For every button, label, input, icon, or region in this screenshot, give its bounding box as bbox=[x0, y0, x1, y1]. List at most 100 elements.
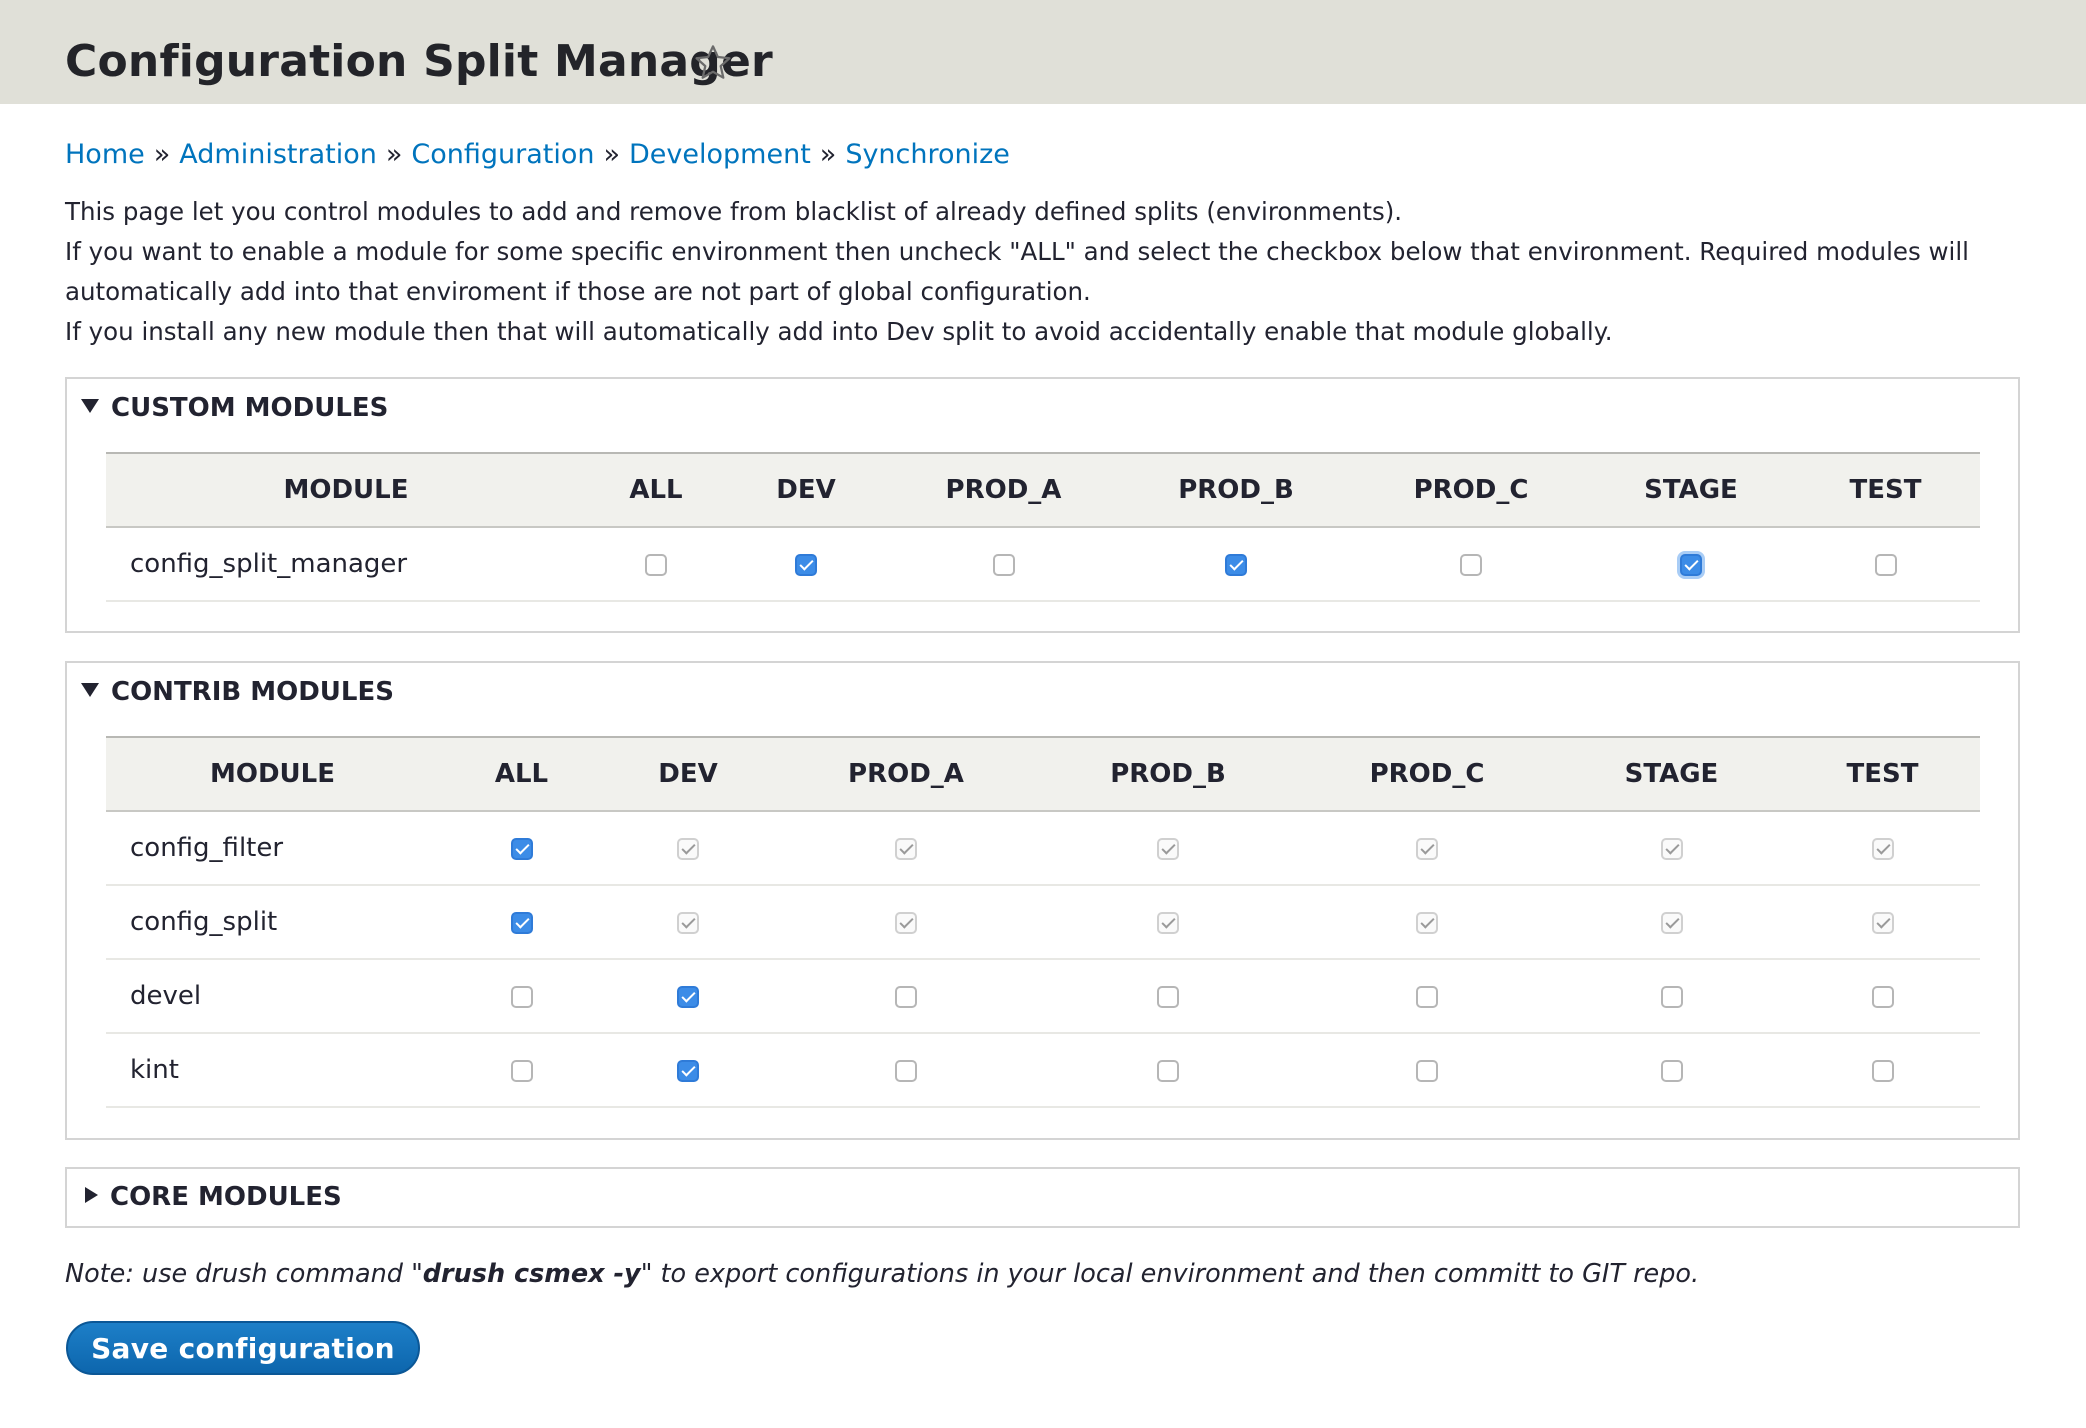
checkbox-test bbox=[1871, 837, 1894, 860]
checkbox-cell bbox=[1785, 959, 1980, 1034]
page-header: Configuration Split Manager bbox=[0, 0, 2086, 104]
breadcrumb: Home » Administration » Configuration » Develo… bbox=[65, 139, 1010, 170]
checkbox-cell bbox=[1785, 811, 1980, 886]
table-row: config_split_manager bbox=[106, 527, 1980, 602]
checkbox-stage bbox=[1660, 911, 1683, 934]
checkbox-cell bbox=[1558, 959, 1785, 1034]
checkbox-test[interactable] bbox=[1874, 553, 1897, 576]
column-header: MODULE bbox=[283, 475, 409, 505]
checkbox-prod-a[interactable] bbox=[992, 553, 1015, 576]
custom-modules-toggle[interactable]: CUSTOM MODULES bbox=[81, 393, 388, 423]
section-title: CONTRIB MODULES bbox=[111, 677, 394, 707]
column-header: PROD_B bbox=[1110, 759, 1226, 789]
custom-modules-section: CUSTOM MODULES MODULE ALL DEV PROD_A PROD_B P… bbox=[65, 377, 2020, 633]
checkbox-cell bbox=[439, 885, 604, 960]
checkbox-cell bbox=[604, 1033, 772, 1108]
checkbox-cell bbox=[1558, 885, 1785, 960]
checkbox-dev[interactable] bbox=[795, 553, 817, 576]
table-row: devel bbox=[106, 959, 1980, 1034]
intro-description: This page let you control modules to add… bbox=[65, 192, 2040, 352]
column-header: TEST bbox=[1849, 475, 1922, 505]
column-header: STAGE bbox=[1624, 759, 1719, 789]
checkbox-prod-b[interactable] bbox=[1157, 1059, 1179, 1082]
checkbox-prod-b[interactable] bbox=[1157, 985, 1179, 1008]
checkbox-cell bbox=[1785, 885, 1980, 960]
note-suffix: " to export configurations in your local… bbox=[640, 1259, 1700, 1289]
checkbox-all[interactable] bbox=[510, 911, 533, 934]
checkbox-stage[interactable] bbox=[1660, 985, 1683, 1008]
contrib-modules-section: CONTRIB MODULES MODULE ALL DEV PROD_A PROD_B… bbox=[65, 661, 2020, 1140]
checkbox-stage[interactable] bbox=[1660, 1059, 1683, 1082]
intro-line: If you want to enable a module for some … bbox=[65, 237, 1969, 306]
checkbox-cell bbox=[1040, 1033, 1296, 1108]
column-header: PROD_B bbox=[1178, 475, 1294, 505]
checkbox-all[interactable] bbox=[510, 837, 533, 860]
checkbox-cell bbox=[604, 885, 772, 960]
checkbox-test[interactable] bbox=[1871, 985, 1894, 1008]
checkbox-test[interactable] bbox=[1871, 1059, 1894, 1082]
caret-down-icon bbox=[81, 398, 99, 413]
checkbox-cell bbox=[604, 959, 772, 1034]
table-row: config_filter bbox=[106, 811, 1980, 886]
checkbox-cell bbox=[439, 1033, 604, 1108]
checkbox-cell bbox=[726, 527, 886, 602]
checkbox-prod-c bbox=[1416, 911, 1438, 934]
breadcrumb-separator: » bbox=[819, 139, 837, 170]
column-header: TEST bbox=[1846, 759, 1919, 789]
section-title: CUSTOM MODULES bbox=[111, 393, 389, 423]
breadcrumb-separator: » bbox=[603, 139, 621, 170]
checkbox-dev[interactable] bbox=[677, 1059, 699, 1082]
breadcrumb-synchronize[interactable]: Synchronize bbox=[845, 139, 1010, 170]
checkbox-cell bbox=[1040, 959, 1296, 1034]
contrib-modules-toggle[interactable]: CONTRIB MODULES bbox=[81, 677, 394, 707]
checkbox-stage[interactable] bbox=[1680, 553, 1702, 576]
checkbox-prod-c[interactable] bbox=[1416, 1059, 1438, 1082]
checkbox-cell bbox=[1296, 811, 1558, 886]
checkbox-cell bbox=[1791, 527, 1980, 602]
checkbox-prod-a bbox=[895, 911, 917, 934]
checkbox-cell bbox=[1040, 811, 1296, 886]
contrib-modules-table: MODULE ALL DEV PROD_A PROD_B PROD_C STAGE TEST … bbox=[106, 736, 1980, 1108]
checkbox-prod-b[interactable] bbox=[1225, 553, 1247, 576]
core-modules-section: CORE MODULES bbox=[65, 1167, 2020, 1228]
checkbox-cell bbox=[1296, 959, 1558, 1034]
checkbox-all[interactable] bbox=[510, 985, 533, 1008]
checkbox-all[interactable] bbox=[510, 1059, 533, 1082]
breadcrumb-home[interactable]: Home bbox=[65, 139, 145, 170]
checkbox-prod-a[interactable] bbox=[895, 1059, 917, 1082]
checkbox-cell bbox=[1296, 1033, 1558, 1108]
drush-note: Note: use drush command "drush csmex -y"… bbox=[65, 1259, 1699, 1289]
checkbox-prod-c bbox=[1416, 837, 1438, 860]
checkbox-dev[interactable] bbox=[677, 985, 699, 1008]
column-header: PROD_C bbox=[1369, 759, 1485, 789]
save-configuration-button[interactable]: Save configuration bbox=[66, 1321, 420, 1375]
checkbox-all[interactable] bbox=[645, 553, 667, 576]
note-prefix: Note: use drush command " bbox=[65, 1259, 423, 1289]
checkbox-cell bbox=[1785, 1033, 1980, 1108]
checkbox-cell bbox=[1121, 527, 1351, 602]
breadcrumb-administration[interactable]: Administration bbox=[179, 139, 377, 170]
core-modules-toggle[interactable]: CORE MODULES bbox=[81, 1182, 342, 1212]
star-icon[interactable] bbox=[692, 42, 734, 84]
module-name: config_split bbox=[106, 885, 439, 960]
column-header: DEV bbox=[776, 475, 836, 505]
checkbox-test bbox=[1871, 911, 1894, 934]
table-header-row: MODULE ALL DEV PROD_A PROD_B PROD_C STAGE TEST bbox=[106, 737, 1980, 811]
checkbox-cell bbox=[1296, 885, 1558, 960]
breadcrumb-configuration[interactable]: Configuration bbox=[411, 139, 594, 170]
module-name: config_filter bbox=[106, 811, 439, 886]
checkbox-cell bbox=[1351, 527, 1591, 602]
checkbox-prod-c[interactable] bbox=[1416, 985, 1438, 1008]
intro-line: This page let you control modules to add… bbox=[65, 197, 1403, 226]
breadcrumb-development[interactable]: Development bbox=[629, 139, 811, 170]
breadcrumb-separator: » bbox=[153, 139, 171, 170]
table-row: kint bbox=[106, 1033, 1980, 1108]
breadcrumb-separator: » bbox=[385, 139, 403, 170]
page-title: Configuration Split Manager bbox=[65, 36, 773, 87]
column-header: DEV bbox=[658, 759, 718, 789]
column-header: ALL bbox=[629, 475, 683, 505]
checkbox-prod-c[interactable] bbox=[1460, 553, 1482, 576]
checkbox-cell bbox=[1558, 1033, 1785, 1108]
checkbox-prod-a[interactable] bbox=[895, 985, 917, 1008]
caret-right-icon bbox=[85, 1186, 98, 1203]
